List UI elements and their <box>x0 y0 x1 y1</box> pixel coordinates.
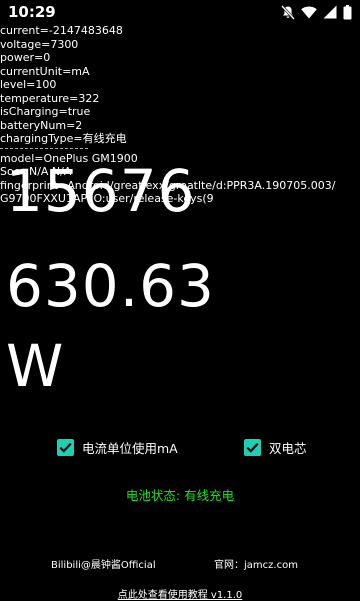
info-is-charging: isCharging=true <box>0 105 91 118</box>
checkmark-icon <box>246 442 259 453</box>
info-temperature: temperature=322 <box>0 91 100 105</box>
big-current-value: 15676 <box>6 157 196 225</box>
wifi-icon <box>301 6 317 19</box>
bilibili-credit: Bilibili@晨钟酱Official <box>51 560 156 571</box>
info-divider <box>0 147 88 150</box>
tutorial-link[interactable]: 点此处查看使用教程 v1.1.0 <box>0 586 360 601</box>
dual-cell-checkbox[interactable] <box>244 438 261 456</box>
ma-unit-checkbox[interactable] <box>57 438 74 456</box>
checkmark-icon <box>59 442 72 453</box>
big-power-value: 630.63 <box>6 252 215 320</box>
info-current: current=-2147483648 <box>0 24 123 37</box>
ma-unit-option[interactable]: 电流单位使用mA <box>57 436 178 458</box>
battery-status-text: 电池状态: 有线充电 <box>125 488 235 503</box>
signal-icon <box>323 5 337 19</box>
battery-icon <box>343 4 352 20</box>
info-charging-type: chargingType=有线充电 <box>0 132 127 145</box>
status-icons <box>281 3 352 21</box>
status-bar: 10:29 <box>0 0 360 24</box>
big-power-unit: W <box>6 332 65 400</box>
info-level: level=100 <box>0 78 57 91</box>
info-battery-num: batteryNum=2 <box>0 118 83 132</box>
info-current-unit: currentUnit=mA <box>0 64 90 78</box>
info-voltage: voltage=7300 <box>0 37 79 51</box>
ma-unit-label: 电流单位使用mA <box>82 440 178 456</box>
dual-cell-label: 双电芯 <box>269 440 307 456</box>
status-time: 10:29 <box>8 3 56 21</box>
info-power: power=0 <box>0 51 51 64</box>
notifications-off-icon <box>281 4 295 20</box>
website-text: 官网：jamcz.com <box>214 560 298 571</box>
dual-cell-option[interactable]: 双电芯 <box>244 436 307 458</box>
